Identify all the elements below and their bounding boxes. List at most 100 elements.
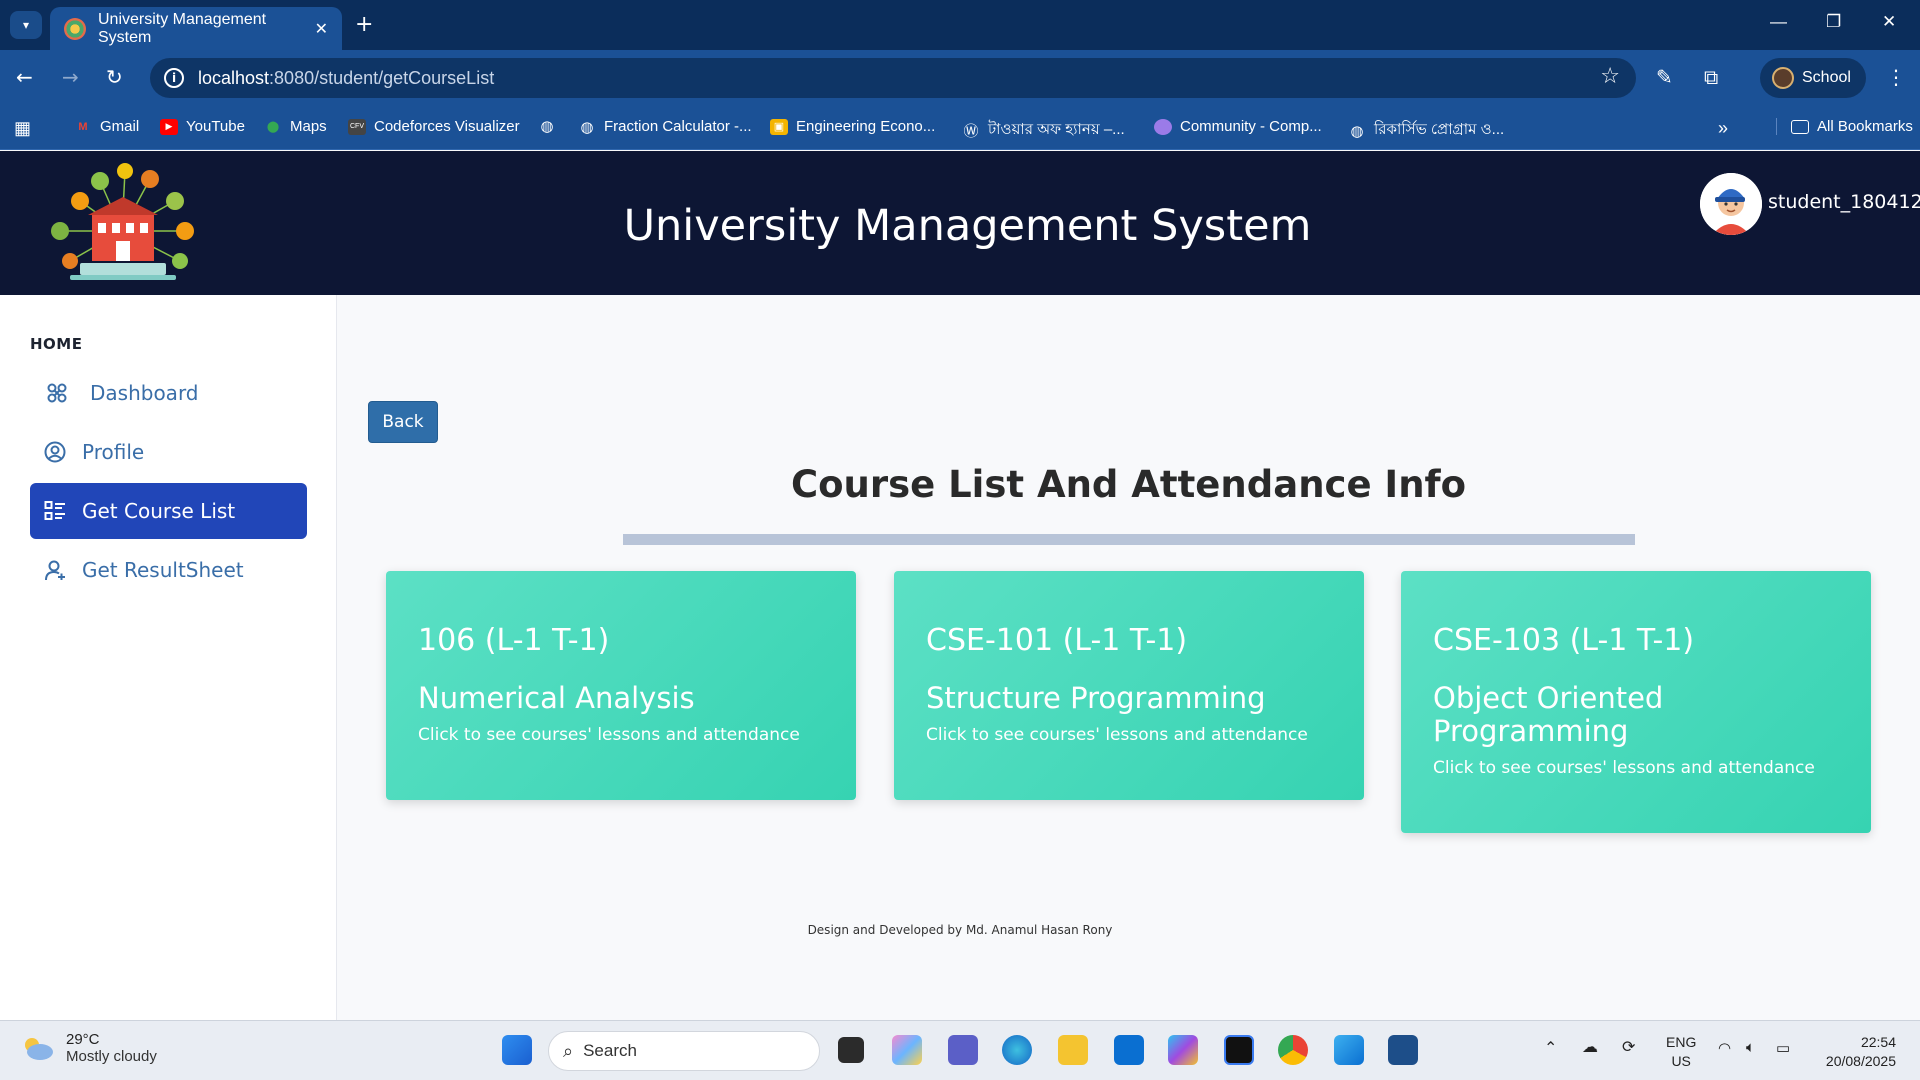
bookmark-label: রিকার্সিভ প্রোগ্রাম ও... (1374, 121, 1505, 138)
gmail-icon: M (78, 120, 88, 133)
bookmark-engineering-econo[interactable]: ▣ Engineering Econo... (770, 118, 935, 135)
bookmark-gmail[interactable]: M Gmail (74, 118, 139, 135)
windows-start-icon[interactable] (502, 1035, 532, 1065)
outlook-icon[interactable] (1114, 1035, 1144, 1065)
bookmark-label: Maps (290, 118, 327, 135)
extensions-icon[interactable]: ⧉ (1704, 65, 1718, 89)
sidebar-item-get-course-list[interactable]: Get Course List (30, 483, 307, 539)
bookmark-globe[interactable]: ◍ (538, 118, 564, 135)
weather-condition: Mostly cloudy (66, 1048, 157, 1065)
footer-credit: Design and Developed by Md. Anamul Hasan… (807, 923, 1113, 937)
app-header: University Management System student_180… (0, 151, 1920, 295)
globe-icon: ◍ (540, 118, 554, 135)
youtube-icon: ▶ (160, 118, 178, 135)
globe-icon: ◍ (580, 118, 594, 136)
new-tab-button[interactable]: + (355, 12, 373, 37)
eyedropper-icon[interactable]: ✎ (1656, 65, 1673, 89)
more-bookmarks-chevron-icon[interactable]: » (1718, 118, 1728, 139)
tab-search-button[interactable]: ▾ (10, 11, 42, 39)
sidebar-item-label: Dashboard (90, 381, 199, 405)
volume-icon[interactable]: 🔈︎ (1746, 1038, 1755, 1057)
bookmark-youtube[interactable]: ▶ YouTube (160, 118, 245, 135)
globe-icon: ◍ (1350, 122, 1364, 140)
user-avatar[interactable] (1700, 173, 1762, 235)
bookmark-star-icon[interactable]: ☆ (1600, 64, 1620, 89)
course-card[interactable]: CSE-103 (L-1 T-1) Object Oriented Progra… (1401, 571, 1871, 833)
profile-avatar (1772, 67, 1794, 89)
search-icon: ⌕ (563, 1040, 574, 1061)
window-close-icon[interactable]: ✕ (1882, 12, 1896, 32)
back-button[interactable]: Back (368, 401, 438, 443)
onedrive-icon[interactable]: ☁ (1582, 1038, 1598, 1057)
close-tab-icon[interactable]: ✕ (315, 19, 328, 38)
classroom-icon: ▣ (770, 118, 788, 135)
profile-button[interactable]: School (1760, 58, 1866, 98)
course-name: Structure Programming (926, 681, 1266, 715)
course-hint: Click to see courses' lessons and attend… (418, 725, 800, 745)
file-explorer-icon[interactable] (1058, 1035, 1088, 1065)
title-divider (623, 534, 1635, 545)
clock[interactable]: 22:54 20/08/2025 (1816, 1033, 1896, 1071)
sidebar-item-profile[interactable]: Profile (30, 424, 307, 480)
dashboard-icon (46, 382, 68, 404)
student-avatar-icon (1700, 173, 1762, 235)
photos-icon[interactable] (1334, 1035, 1364, 1065)
bookmark-community[interactable]: Community - Comp... (1154, 118, 1322, 135)
apps-grid-icon[interactable]: ▦ (14, 118, 31, 139)
course-hint: Click to see courses' lessons and attend… (1433, 758, 1815, 778)
course-name: Numerical Analysis (418, 681, 695, 715)
bookmark-label: Codeforces Visualizer (374, 118, 520, 135)
intellij-icon[interactable] (1224, 1035, 1254, 1065)
bookmark-recursive-program[interactable]: ◍ রিকার্সিভ প্রোগ্রাম ও... (1348, 118, 1504, 143)
menu-kebab-icon[interactable]: ⋮ (1886, 65, 1906, 89)
course-card[interactable]: 106 (L-1 T-1) Numerical Analysis Click t… (386, 571, 856, 800)
restore-icon[interactable]: ❐ (1826, 12, 1841, 32)
maps-icon: ⬤ (266, 121, 280, 133)
site-favicon-icon (64, 17, 86, 40)
all-bookmarks-button[interactable]: All Bookmarks (1776, 118, 1913, 135)
chrome-icon[interactable] (1278, 1035, 1308, 1065)
battery-icon[interactable]: ▭ (1776, 1039, 1790, 1058)
copilot-icon[interactable] (892, 1035, 922, 1065)
bookmark-label: Engineering Econo... (796, 118, 936, 135)
chevron-up-icon[interactable]: ⌃ (1544, 1039, 1557, 1058)
bookmark-label: Community - Comp... (1180, 118, 1322, 135)
bookmarks-bar: ▦ M Gmail ▶ YouTube ⬤ Maps CFV Codeforce… (0, 106, 1920, 150)
edge-icon[interactable] (1002, 1035, 1032, 1065)
bookmark-maps[interactable]: ⬤ Maps (264, 118, 327, 135)
address-bar[interactable]: i localhost:8080/student/getCourseList ☆ (150, 58, 1636, 98)
sync-icon[interactable]: ⟳ (1622, 1038, 1635, 1057)
minimize-icon[interactable]: — (1770, 12, 1787, 32)
browser-toolbar: ← → ↻ i localhost:8080/student/getCourse… (0, 50, 1920, 106)
tab-title: University Management System (98, 10, 267, 46)
weather-widget[interactable]: 29°C Mostly cloudy (20, 1031, 157, 1065)
mysql-workbench-icon[interactable] (1388, 1035, 1418, 1065)
site-info-icon[interactable]: i (164, 68, 184, 88)
course-list-icon (44, 500, 66, 522)
task-view-icon[interactable] (838, 1037, 864, 1063)
sidebar-item-get-resultsheet[interactable]: Get ResultSheet (30, 542, 307, 598)
bookmark-label: টাওয়ার অফ হ্যানয় –... (988, 121, 1125, 138)
wifi-icon[interactable]: ◠ (1718, 1039, 1731, 1058)
sidebar-item-dashboard[interactable]: Dashboard (30, 365, 307, 421)
teams-icon[interactable] (948, 1035, 978, 1065)
all-bookmarks-label: All Bookmarks (1817, 118, 1913, 135)
username[interactable]: student_1804120 (1768, 191, 1920, 213)
temperature: 29°C (66, 1031, 100, 1048)
course-hint: Click to see courses' lessons and attend… (926, 725, 1308, 745)
course-card[interactable]: CSE-101 (L-1 T-1) Structure Programming … (894, 571, 1364, 800)
chevron-down-icon: ▾ (22, 18, 30, 32)
course-name: Object Oriented Programming (1433, 681, 1664, 748)
back-arrow-icon[interactable]: ← (16, 65, 33, 89)
reload-icon[interactable]: ↻ (106, 65, 123, 89)
forward-arrow-icon[interactable]: → (62, 65, 79, 89)
bookmark-tower-of-hanoi[interactable]: Ⓦ টাওয়ার অফ হ্যানয় –... (962, 118, 1125, 143)
page-title: Course List And Attendance Info (790, 463, 1467, 506)
taskbar-search[interactable]: ⌕ Search (548, 1031, 820, 1071)
browser-tab[interactable]: University Management System ✕ (50, 7, 342, 50)
bookmark-fraction-calculator[interactable]: ◍ Fraction Calculator -... (578, 118, 751, 136)
bookmark-codeforces-visualizer[interactable]: CFV Codeforces Visualizer (348, 118, 520, 135)
keyboard-region: US (1671, 1053, 1691, 1069)
m365-icon[interactable] (1168, 1035, 1198, 1065)
language-indicator[interactable]: ENG US (1666, 1033, 1696, 1071)
